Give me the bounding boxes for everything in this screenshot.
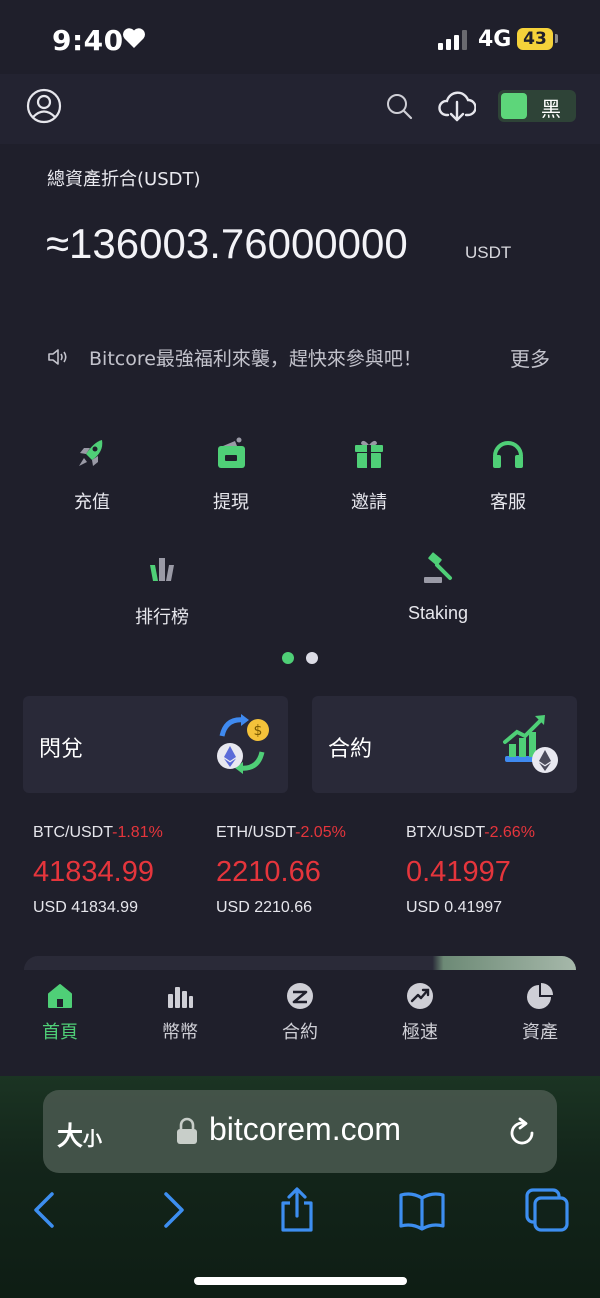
tab-express[interactable]: 極速 [370, 982, 470, 1044]
theme-label: 黑 [541, 97, 561, 121]
download-icon[interactable] [438, 88, 476, 124]
page-dot-active[interactable] [282, 652, 294, 664]
bookmarks-icon[interactable] [398, 1186, 446, 1234]
wallet-icon [218, 437, 245, 468]
headset-icon [493, 441, 523, 468]
ranking-icon [150, 558, 174, 581]
menu-label: 提現 [213, 492, 249, 512]
menu-item-deposit[interactable]: 充值 [37, 436, 147, 514]
theme-toggle[interactable]: 黑 [498, 90, 576, 122]
contract-card[interactable]: 合約 [312, 696, 577, 793]
menu-label: 邀請 [351, 492, 387, 512]
tab-home[interactable]: 首頁 [10, 982, 110, 1044]
ticker-btx[interactable]: BTX/USDT-2.66% 0.41997 USD 0.41997 [406, 824, 596, 917]
search-icon[interactable] [385, 92, 413, 120]
pie-icon [527, 983, 553, 1009]
home-indicator [194, 1277, 407, 1285]
tab-spot[interactable]: 幣幣 [130, 982, 230, 1044]
card-label: 閃兌 [39, 737, 84, 762]
total-assets-value: ≈136003.76000000 [46, 220, 408, 267]
back-icon[interactable] [20, 1186, 68, 1234]
forward-icon[interactable] [150, 1186, 198, 1234]
menu-item-invite[interactable]: 邀請 [314, 436, 424, 514]
ticker-pair: BTX/USDT [406, 824, 485, 841]
ticker-btc[interactable]: BTC/USDT-1.81% 41834.99 USD 41834.99 [33, 824, 223, 917]
ticker-pair: ETH/USDT [216, 824, 296, 841]
ticker-eth[interactable]: ETH/USDT-2.05% 2210.66 USD 2210.66 [216, 824, 406, 917]
gift-icon [355, 440, 383, 468]
tab-label: 幣幣 [162, 1022, 198, 1043]
rocket-icon [79, 440, 103, 466]
menu-label: 充值 [74, 492, 110, 512]
ticker-usd: USD 0.41997 [406, 899, 503, 916]
speaker-icon [48, 349, 67, 365]
bars-icon [168, 987, 193, 1008]
notice-more-link[interactable]: 更多 [510, 343, 550, 372]
trend-icon [407, 983, 433, 1009]
ticker-change: -2.66% [484, 824, 535, 841]
tab-label: 首頁 [42, 1022, 78, 1043]
ticker-usd: USD 41834.99 [33, 899, 138, 916]
menu-item-withdraw[interactable]: 提現 [176, 436, 286, 514]
lock-icon [177, 1117, 197, 1144]
tab-label: 資產 [522, 1022, 558, 1043]
ticker-usd: USD 2210.66 [216, 899, 313, 916]
network-label: 4G [478, 27, 512, 52]
ticker-price: 41834.99 [33, 856, 154, 888]
text-size-small: 小 [83, 1128, 103, 1150]
tab-contract[interactable]: 合約 [250, 982, 350, 1044]
notice-text[interactable]: Bitcore最強福利來襲，趕快來參與吧！ [89, 344, 422, 371]
battery-nub [555, 34, 558, 43]
menu-item-support[interactable]: 客服 [453, 436, 563, 514]
reload-icon[interactable] [506, 1116, 538, 1148]
tabs-icon[interactable] [523, 1186, 571, 1234]
ticker-pair: BTC/USDT [33, 824, 113, 841]
menu-label: 排行榜 [135, 607, 189, 627]
tab-label: 合約 [282, 1022, 318, 1043]
page-dot[interactable] [306, 652, 318, 664]
ticker-change: -2.05% [295, 824, 346, 841]
status-time: 9:40 [52, 24, 124, 57]
ticker-price: 2210.66 [216, 856, 321, 888]
menu-item-ranking[interactable]: 排行榜 [107, 551, 217, 629]
card-label: 合約 [328, 737, 373, 762]
menu-label: Staking [407, 603, 469, 623]
user-avatar-icon[interactable] [26, 88, 62, 124]
total-assets-unit: USDT [465, 243, 512, 262]
signal-icon [438, 30, 467, 50]
toggle-knob [501, 93, 527, 119]
tab-label: 極速 [402, 1022, 438, 1043]
ticker-change: -1.81% [112, 824, 163, 841]
battery-icon: 43 [517, 28, 553, 50]
total-assets-label: 總資產折合(USDT) [47, 169, 201, 190]
exchange-icon: $ [217, 714, 269, 774]
share-icon[interactable] [273, 1186, 321, 1234]
gavel-icon [424, 552, 452, 583]
text-size-big: 大 [57, 1122, 84, 1152]
menu-label: 客服 [490, 492, 526, 512]
ticker-price: 0.41997 [406, 856, 511, 888]
heart-icon [123, 28, 145, 48]
swap-card[interactable]: 閃兌 $ [23, 696, 288, 793]
svg-text:$: $ [254, 723, 263, 739]
contract-chart-icon [503, 715, 558, 773]
tab-assets[interactable]: 資產 [490, 982, 590, 1044]
home-icon [48, 984, 72, 1008]
menu-item-staking[interactable]: Staking [383, 551, 493, 624]
text-size-button[interactable]: 大小 [57, 1116, 102, 1153]
url-text[interactable]: bitcorem.com [209, 1111, 401, 1148]
contract-icon [287, 983, 313, 1009]
